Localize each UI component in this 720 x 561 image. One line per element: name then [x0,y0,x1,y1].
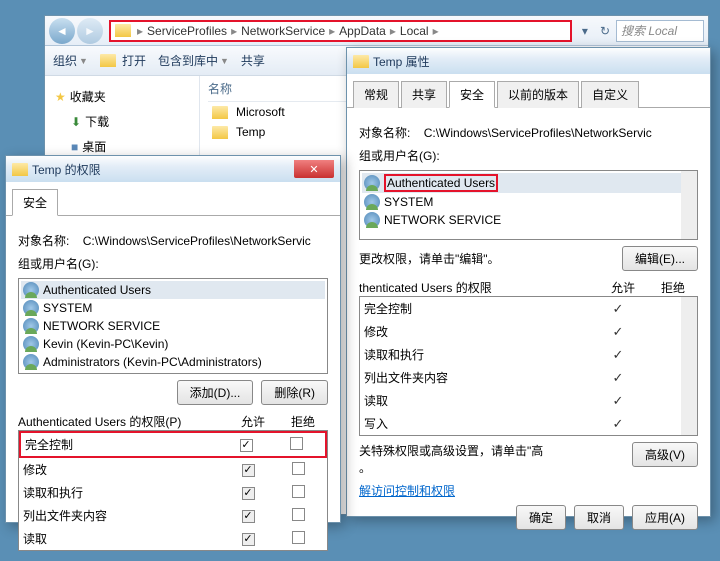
tab-strip: 常规 共享 安全 以前的版本 自定义 [347,74,710,108]
allow-header: 允许 [598,279,648,296]
sidebar-downloads[interactable]: ⬇下载 [45,109,199,134]
perm-read: 读取 [19,527,327,550]
dropdown-icon[interactable]: ▾ [576,24,594,38]
groups-label: 组或用户名(G): [18,255,328,272]
deny-header: 拒绝 [278,413,328,430]
user-authenticated[interactable]: Authenticated Users [362,173,695,193]
permissions-list: 完全控制 修改 读取和执行 列出文件夹内容 读取 [18,430,328,551]
tab-security[interactable]: 安全 [449,81,495,108]
deny-checkbox[interactable] [292,462,305,475]
breadcrumb[interactable]: ▸ ServiceProfiles▸ NetworkService▸ AppDa… [109,20,572,42]
search-input[interactable]: 搜索 Local [616,20,704,42]
edit-hint: 更改权限，请单击"编辑"。 [359,250,622,267]
breadcrumb-item[interactable]: ServiceProfiles [145,24,229,38]
allow-checkbox[interactable] [242,464,255,477]
object-path: C:\Windows\ServiceProfiles\NetworkServic [83,234,311,248]
user-networkservice[interactable]: NETWORK SERVICE [21,317,325,335]
perm-title: Authenticated Users 的权限(P) [18,413,228,430]
breadcrumb-item[interactable]: AppData [337,24,388,38]
tab-previous[interactable]: 以前的版本 [497,81,579,108]
user-authenticated[interactable]: Authenticated Users [21,281,325,299]
edit-button[interactable]: 编辑(E)... [622,246,698,271]
permissions-list: 完全控制 修改 读取和执行 列出文件夹内容 读取 写入 [359,296,698,436]
open-button[interactable]: 打开 [100,52,146,69]
deny-checkbox[interactable] [292,508,305,521]
organize-menu[interactable]: 组织▼ [53,52,88,69]
tab-security[interactable]: 安全 [12,189,58,216]
user-kevin[interactable]: Kevin (Kevin-PC\Kevin) [21,335,325,353]
close-button[interactable]: ✕ [294,160,334,178]
deny-checkbox[interactable] [292,485,305,498]
include-menu[interactable]: 包含到库中▼ [158,52,229,69]
perm-list-folder: 列出文件夹内容 [19,504,327,527]
forward-button[interactable]: ► [77,18,103,44]
object-label: 对象名称: [359,126,410,140]
help-link[interactable]: 解访问控制和权限 [359,484,455,498]
back-button[interactable]: ◄ [49,18,75,44]
tab-custom[interactable]: 自定义 [581,81,639,108]
refresh-icon[interactable]: ↻ [594,24,616,38]
allow-checkbox[interactable] [242,487,255,500]
allow-header: 允许 [228,413,278,430]
perm-full-control: 完全控制 [19,431,327,458]
desktop-icon: ■ [71,140,78,154]
scrollbar[interactable] [681,171,697,239]
user-system[interactable]: SYSTEM [21,299,325,317]
deny-checkbox[interactable] [292,531,305,544]
folder-icon [115,24,131,37]
perm-modify: 修改 [19,458,327,481]
folder-icon [353,55,369,68]
share-menu[interactable]: 共享 [241,52,265,69]
permissions-dialog: Temp 的权限 ✕ 安全 对象名称: C:\Windows\ServicePr… [5,155,341,523]
favorites-section[interactable]: ★收藏夹 [45,84,199,109]
breadcrumb-item[interactable]: NetworkService [239,24,327,38]
breadcrumb-item[interactable]: Local [398,24,431,38]
allow-checkbox[interactable] [242,533,255,546]
allow-checkbox[interactable] [240,439,253,452]
add-button[interactable]: 添加(D)... [177,380,254,405]
folder-icon [12,163,28,176]
address-bar: ◄ ► ▸ ServiceProfiles▸ NetworkService▸ A… [45,16,708,46]
user-administrators[interactable]: Administrators (Kevin-PC\Administrators) [21,353,325,371]
deny-header: 拒绝 [648,279,698,296]
scrollbar[interactable] [681,297,697,435]
apply-button[interactable]: 应用(A) [632,505,698,530]
tab-share[interactable]: 共享 [401,81,447,108]
deny-checkbox[interactable] [290,437,303,450]
remove-button[interactable]: 删除(R) [261,380,328,405]
allow-check [593,301,643,317]
ok-button[interactable]: 确定 [516,505,566,530]
perm-title: thenticated Users 的权限 [359,279,598,296]
titlebar[interactable]: Temp 的权限 ✕ [6,156,340,182]
groups-label: 组或用户名(G): [359,147,698,164]
users-list[interactable]: Authenticated Users SYSTEM NETWORK SERVI… [18,278,328,374]
allow-checkbox[interactable] [242,510,255,523]
star-icon: ★ [55,90,66,104]
user-networkservice[interactable]: NETWORK SERVICE [362,211,695,229]
download-icon: ⬇ [71,115,81,129]
users-list[interactable]: Authenticated Users SYSTEM NETWORK SERVI… [359,170,698,240]
tab-general[interactable]: 常规 [353,81,399,108]
user-system[interactable]: SYSTEM [362,193,695,211]
titlebar[interactable]: Temp 属性 [347,48,710,74]
dialog-title: Temp 的权限 [32,161,101,178]
dialog-title: Temp 属性 [373,53,430,70]
object-path: C:\Windows\ServiceProfiles\NetworkServic [424,126,652,140]
object-label: 对象名称: [18,234,69,248]
advanced-button[interactable]: 高级(V) [632,442,698,467]
tab-strip: 安全 [6,182,340,216]
perm-read-execute: 读取和执行 [19,481,327,504]
special-hint: 关特殊权限或高级设置，请单击"高 [359,444,543,458]
properties-dialog: Temp 属性 常规 共享 安全 以前的版本 自定义 对象名称: C:\Wind… [346,47,711,517]
cancel-button[interactable]: 取消 [574,505,624,530]
